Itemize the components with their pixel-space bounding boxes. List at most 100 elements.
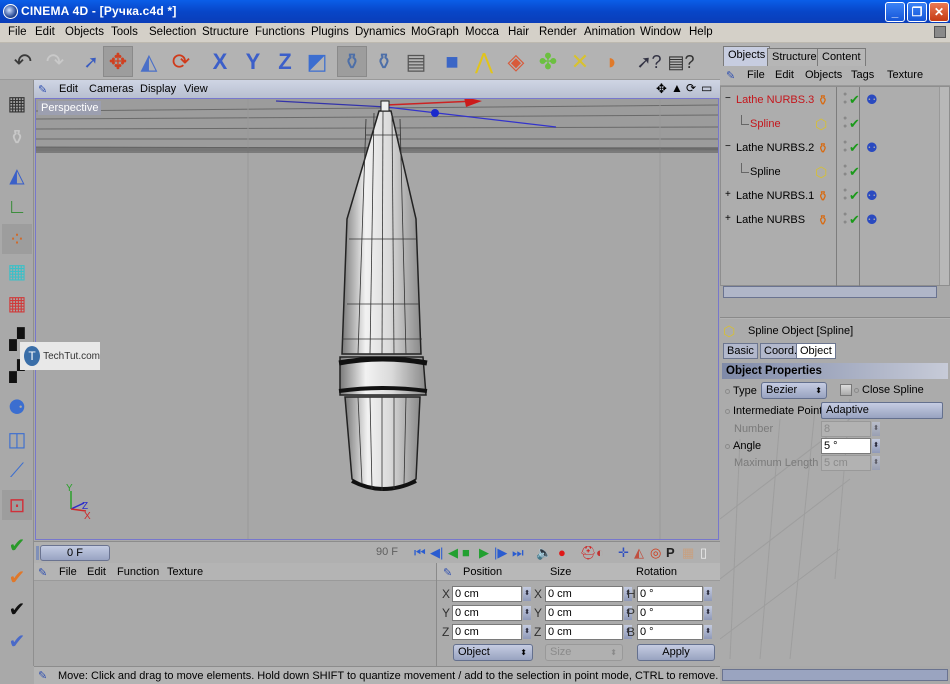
enabled-check-icon[interactable]: ✔: [849, 116, 860, 132]
maximize-view-icon[interactable]: ▭: [701, 81, 712, 95]
visibility-dots-icon[interactable]: ● ●: [843, 187, 847, 203]
position-x-field[interactable]: 0 cm: [452, 586, 522, 602]
stop-button[interactable]: ■: [462, 545, 470, 561]
position-y-spinner[interactable]: ⬍: [523, 606, 531, 620]
live-selection-button[interactable]: ➚: [76, 46, 106, 77]
collapse-icon[interactable]: −: [725, 93, 731, 104]
undo-button[interactable]: ↶: [8, 46, 38, 77]
rotation-b-spinner[interactable]: ⬍: [704, 625, 712, 639]
scale-tool-button[interactable]: ◭: [134, 46, 164, 77]
move-tool-button[interactable]: ✥: [103, 46, 133, 77]
object-menu-file[interactable]: File: [747, 69, 765, 81]
material-menu-function[interactable]: Function: [117, 566, 159, 578]
use-inverse-kinematics-button[interactable]: ◫: [2, 424, 32, 454]
zoom-view-icon[interactable]: ▲: [671, 81, 683, 95]
material-menu-texture[interactable]: Texture: [167, 566, 203, 578]
object-name[interactable]: Spline: [750, 118, 781, 130]
max-length-spinner[interactable]: ⬍: [872, 456, 880, 470]
layout-button[interactable]: ▦: [2, 88, 32, 118]
use-edge-tool-button[interactable]: ▦: [2, 256, 32, 286]
object-row[interactable]: Spline ⬡ ● ● ✔: [721, 163, 936, 183]
menu-mocca[interactable]: Mocca: [465, 26, 499, 38]
help-window-button[interactable]: ▤?: [666, 46, 696, 77]
size-x-field[interactable]: 0 cm: [545, 586, 623, 602]
rotation-h-spinner[interactable]: ⬍: [704, 587, 712, 601]
enabled-check-icon[interactable]: ✔: [849, 140, 860, 156]
minimize-button[interactable]: _: [885, 2, 905, 22]
close-button[interactable]: ✕: [929, 2, 949, 22]
object-menu-tags[interactable]: Tags: [851, 69, 874, 81]
use-model-tool-button[interactable]: ⚱: [2, 122, 32, 152]
record-scale-button[interactable]: ◭: [634, 545, 644, 561]
use-object-axis-tool-button[interactable]: ∟: [2, 192, 32, 222]
render-picture-viewer-button[interactable]: ⚱: [369, 46, 399, 77]
next-key-button[interactable]: |▶: [494, 545, 507, 561]
add-nurbs-button[interactable]: ◈: [501, 46, 531, 77]
add-cube-button[interactable]: ■: [437, 46, 467, 77]
enable-soft-selection-button[interactable]: ✔: [2, 626, 32, 656]
y-axis-lock-button[interactable]: Y: [238, 46, 268, 77]
menu-file[interactable]: File: [8, 26, 27, 38]
attr-tab-basic[interactable]: Basic: [723, 343, 758, 359]
go-to-end-button[interactable]: ⏭: [512, 545, 524, 561]
keyframe-selection-button[interactable]: ◐: [596, 545, 604, 561]
animate-dot-icon[interactable]: [725, 408, 730, 414]
position-z-field[interactable]: 0 cm: [452, 624, 522, 640]
menu-animation[interactable]: Animation: [584, 26, 635, 38]
timeline-options-button[interactable]: ▯: [700, 545, 707, 561]
position-x-spinner[interactable]: ⬍: [523, 587, 531, 601]
angle-field[interactable]: 5 °: [821, 438, 871, 454]
visibility-dots-icon[interactable]: ● ●: [843, 115, 847, 131]
animate-dot-icon[interactable]: [725, 388, 730, 394]
object-name[interactable]: Spline: [750, 166, 781, 178]
record-point-level-button[interactable]: ▦: [682, 545, 694, 561]
menu-edit[interactable]: Edit: [35, 26, 55, 38]
phong-tag-icon[interactable]: ⚉: [866, 140, 878, 156]
angle-spinner[interactable]: ⬍: [872, 439, 880, 453]
record-rotation-button[interactable]: ◎: [650, 545, 661, 561]
menu-functions[interactable]: Functions: [255, 26, 305, 38]
object-menu-edit[interactable]: Edit: [775, 69, 794, 81]
tab-content[interactable]: Content: [817, 48, 866, 66]
render-view-button[interactable]: ⚱: [337, 46, 367, 77]
object-list-vscrollbar[interactable]: [939, 87, 949, 285]
go-to-start-button[interactable]: ⏮: [414, 545, 426, 561]
use-bones-tool-button[interactable]: ⟋: [2, 456, 32, 486]
close-spline-checkbox[interactable]: [840, 384, 852, 396]
viewport-menu-edit[interactable]: Edit: [59, 83, 78, 95]
play-backwards-button[interactable]: ◀: [448, 545, 458, 561]
rotate-tool-button[interactable]: ⟳: [166, 46, 196, 77]
object-menu-objects[interactable]: Objects: [805, 69, 842, 81]
menu-render[interactable]: Render: [539, 26, 577, 38]
add-scene-object-button[interactable]: ◗: [597, 46, 627, 77]
expand-icon[interactable]: +: [725, 189, 731, 200]
rotation-p-spinner[interactable]: ⬍: [704, 606, 712, 620]
phong-tag-icon[interactable]: ⚉: [866, 212, 878, 228]
menu-objects[interactable]: Objects: [65, 26, 104, 38]
play-forwards-button[interactable]: ▶: [479, 545, 489, 561]
size-y-field[interactable]: 0 cm: [545, 605, 623, 621]
material-menu-edit[interactable]: Edit: [87, 566, 106, 578]
phong-tag-icon[interactable]: ⚉: [866, 92, 878, 108]
previous-key-button[interactable]: ◀|: [430, 545, 443, 561]
add-deformer-button[interactable]: ✕: [565, 46, 595, 77]
position-z-spinner[interactable]: ⬍: [523, 625, 531, 639]
use-object-tool-button[interactable]: ◭: [2, 160, 32, 190]
record-position-button[interactable]: ✛: [618, 545, 629, 561]
animate-dot-icon[interactable]: [854, 387, 859, 393]
tab-objects[interactable]: Objects: [723, 46, 771, 66]
viewport-menu-cameras[interactable]: Cameras: [89, 83, 134, 95]
intermediate-points-select[interactable]: Adaptive: [821, 402, 943, 419]
coordinate-mode-select[interactable]: Object ⬍: [453, 644, 533, 661]
object-row[interactable]: + Lathe NURBS ⚱ ● ● ✔ ⚉: [721, 211, 936, 231]
rotation-p-field[interactable]: 0 °: [637, 605, 703, 621]
menu-tools[interactable]: Tools: [111, 26, 138, 38]
help-pointer-button[interactable]: ➚?: [634, 46, 664, 77]
object-name[interactable]: Lathe NURBS.3: [736, 94, 814, 106]
use-polygon-tool-button[interactable]: ▦: [2, 288, 32, 318]
number-field[interactable]: 8: [821, 421, 871, 437]
object-name[interactable]: Lathe NURBS.2: [736, 142, 814, 154]
restore-button[interactable]: ❐: [907, 2, 927, 22]
enabled-check-icon[interactable]: ✔: [849, 92, 860, 108]
visibility-dots-icon[interactable]: ● ●: [843, 163, 847, 179]
